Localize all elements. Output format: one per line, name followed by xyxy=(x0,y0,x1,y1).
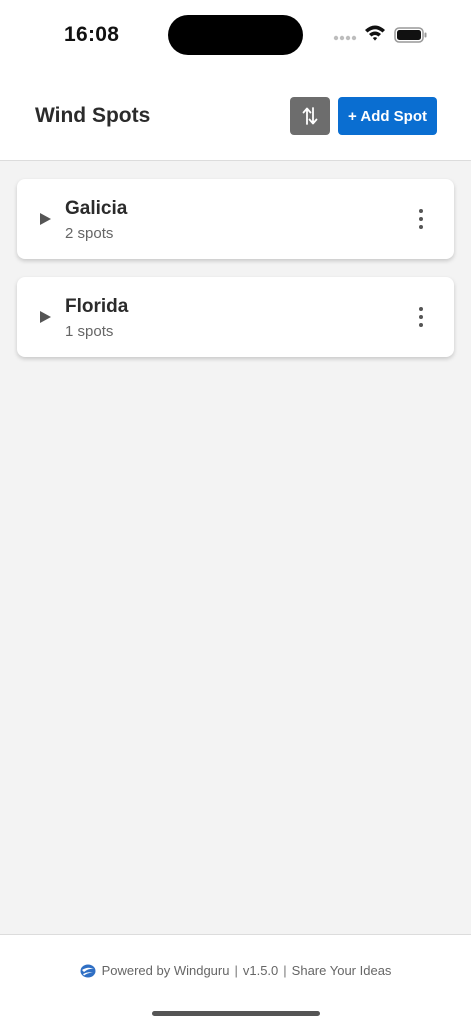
sort-button[interactable] xyxy=(290,97,330,135)
expand-triangle-icon[interactable] xyxy=(40,311,51,323)
powered-by-link[interactable]: Powered by Windguru xyxy=(102,963,230,978)
windguru-logo-icon xyxy=(80,964,96,977)
app-version: v1.5.0 xyxy=(242,963,279,978)
group-name: Galicia xyxy=(65,198,128,219)
app-header: 16:08 Wind Spots + Add Spot xyxy=(0,0,471,161)
spot-group-list: Galicia 2 spots Florida 1 spots xyxy=(17,179,454,375)
footer-separator: | xyxy=(283,963,287,978)
status-bar: 16:08 xyxy=(0,0,471,70)
group-spot-count: 1 spots xyxy=(65,323,114,340)
sort-arrows-icon xyxy=(302,107,318,125)
status-time: 16:08 xyxy=(64,23,120,46)
footer-separator: | xyxy=(234,963,238,978)
footer: Powered by Windguru | v1.5.0 | Share You… xyxy=(0,934,471,1024)
page-title: Wind Spots xyxy=(35,104,151,127)
group-spot-count: 2 spots xyxy=(65,225,114,242)
add-spot-button[interactable]: + Add Spot xyxy=(338,97,437,135)
battery-icon xyxy=(394,27,427,43)
spot-group-card[interactable]: Florida 1 spots xyxy=(17,277,454,357)
dynamic-island xyxy=(168,15,303,55)
expand-triangle-icon[interactable] xyxy=(40,213,51,225)
home-indicator xyxy=(152,1011,320,1016)
share-ideas-link[interactable]: Share Your Ideas xyxy=(292,963,392,978)
footer-line: Powered by Windguru | v1.5.0 | Share You… xyxy=(0,963,471,978)
spot-group-card[interactable]: Galicia 2 spots xyxy=(17,179,454,259)
group-name: Florida xyxy=(65,296,129,317)
wifi-icon xyxy=(365,25,385,41)
more-options-icon[interactable] xyxy=(413,307,429,327)
more-options-icon[interactable] xyxy=(413,209,429,229)
cellular-signal-icon xyxy=(333,35,357,41)
